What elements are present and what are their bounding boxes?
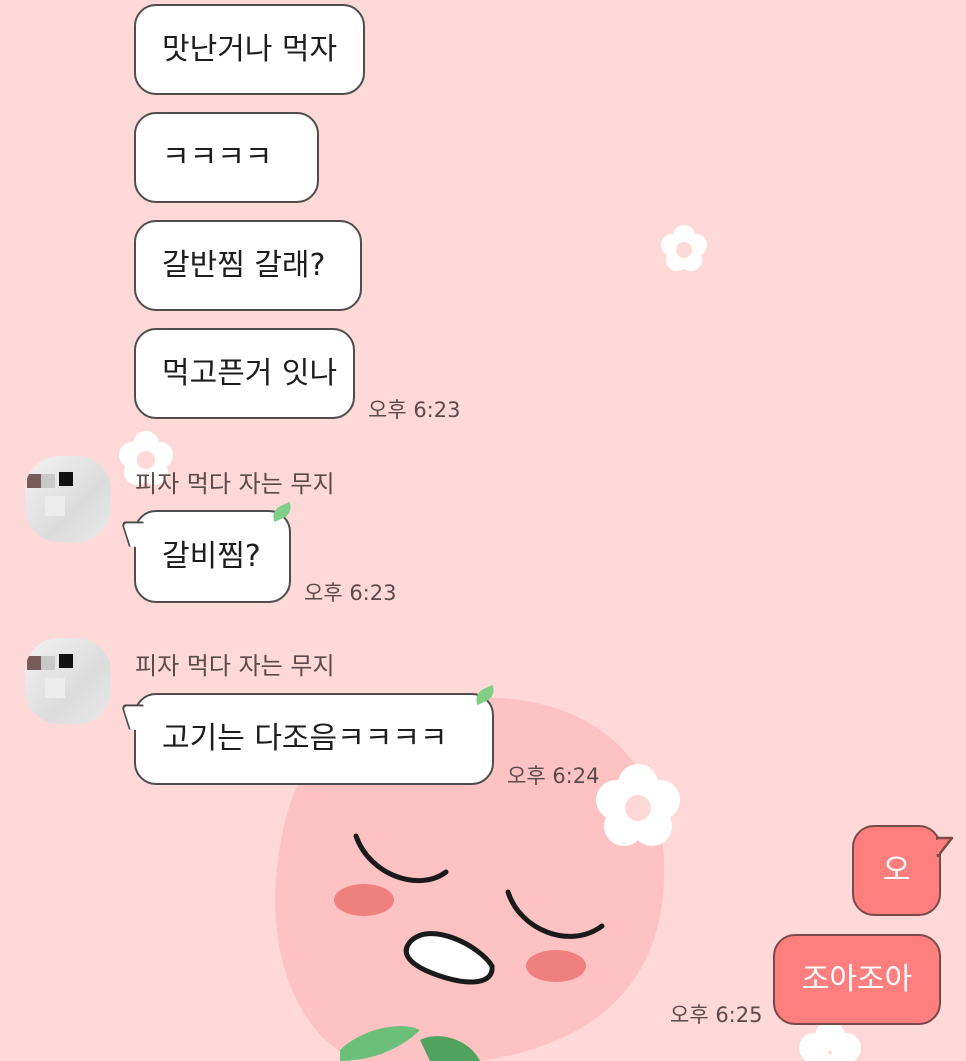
avatar[interactable] <box>25 638 111 724</box>
message-timestamp: 오후 6:23 <box>304 581 397 605</box>
message-text: 고기는 다조음ㅋㅋㅋㅋ <box>162 721 448 756</box>
sender-name: 피자 먹다 자는 무지 <box>135 652 335 680</box>
flower-icon <box>799 1021 861 1061</box>
message-text: 갈비찜? <box>162 538 261 574</box>
message-bubble[interactable]: 갈비찜? <box>120 501 295 603</box>
message-text: 갈반찜 갈래? <box>162 247 326 283</box>
sender-name: 피자 먹다 자는 무지 <box>135 470 335 498</box>
my-message-bubble[interactable]: 조아조아 <box>773 934 941 1025</box>
message-timestamp: 오후 6:23 <box>368 398 461 422</box>
message-timestamp: 오후 6:24 <box>507 764 600 788</box>
message-timestamp: 오후 6:25 <box>670 1003 763 1027</box>
message-bubble[interactable]: ㅋㅋㅋㅋ <box>134 112 319 203</box>
avatar[interactable] <box>25 456 111 542</box>
message-text: 오 <box>882 852 911 888</box>
message-bubble[interactable]: 먹고픈거 잇나 <box>134 328 355 419</box>
message-bubble[interactable]: 맛난거나 먹자 <box>134 4 365 95</box>
message-bubble[interactable]: 갈반찜 갈래? <box>134 220 362 311</box>
message-bubble[interactable]: 고기는 다조음ㅋㅋㅋㅋ <box>120 684 498 785</box>
message-text: 조아조아 <box>801 961 913 997</box>
message-text: ㅋㅋㅋㅋ <box>162 139 273 175</box>
message-text: 맛난거나 먹자 <box>162 31 338 67</box>
bubble-tail <box>936 836 954 858</box>
message-text: 먹고픈거 잇나 <box>162 355 338 391</box>
my-message-bubble[interactable]: 오 <box>852 825 941 916</box>
flower-icon <box>661 225 707 271</box>
